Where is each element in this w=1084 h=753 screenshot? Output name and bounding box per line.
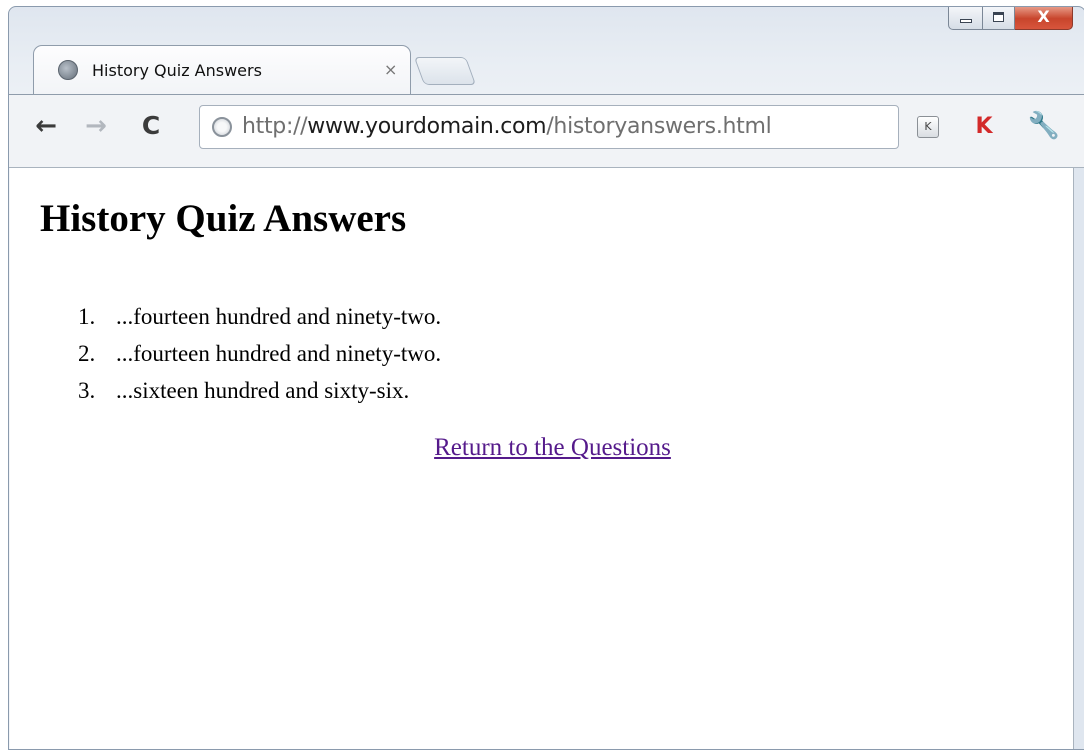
browser-toolbar: ← → C http://www.yourdomain.com/historya… <box>9 94 1084 168</box>
answers-list: 1. ...fourteen hundred and ninety-two. 2.… <box>78 298 441 409</box>
page-info-icon[interactable] <box>212 117 232 137</box>
window-frame-edge <box>1073 168 1084 749</box>
url-scheme: http:// <box>242 114 308 139</box>
url-path: /historyanswers.html <box>546 114 772 139</box>
tab-history-quiz-answers[interactable]: History Quiz Answers × <box>33 45 411 95</box>
close-window-button[interactable]: X <box>1015 7 1073 30</box>
page-content: History Quiz Answers 1. ...fourteen hundr… <box>10 168 1074 749</box>
back-arrow-icon[interactable]: ← <box>29 109 63 143</box>
url-domain: www.yourdomain.com <box>307 114 547 139</box>
list-item-text: ...sixteen hundred and sixty-six. <box>116 378 410 403</box>
forward-arrow-icon[interactable]: → <box>79 109 113 143</box>
list-item-number: 3. <box>78 378 96 403</box>
tab-title: History Quiz Answers <box>92 61 262 80</box>
reload-icon[interactable]: C <box>134 109 168 143</box>
close-icon: X <box>1037 7 1050 26</box>
minimize-icon <box>960 19 972 23</box>
address-bar[interactable]: http://www.yourdomain.com/historyanswers… <box>199 105 899 149</box>
url-text[interactable]: http://www.yourdomain.com/historyanswers… <box>242 114 772 139</box>
page-title: History Quiz Answers <box>40 197 407 240</box>
list-item: 3. ...sixteen hundred and sixty-six. <box>78 372 441 409</box>
return-to-questions-link[interactable]: Return to the Questions <box>10 434 1084 462</box>
browser-window: X History Quiz Answers × ← → C http://ww… <box>8 6 1084 750</box>
window-controls: X <box>948 7 1073 30</box>
list-item: 1. ...fourteen hundred and ninety-two. <box>78 298 441 335</box>
list-item: 2. ...fourteen hundred and ninety-two. <box>78 335 441 372</box>
list-item-text: ...fourteen hundred and ninety-two. <box>116 341 442 366</box>
new-tab-button[interactable] <box>413 57 477 85</box>
list-item-number: 1. <box>78 304 96 329</box>
wrench-menu-icon[interactable]: 🔧 <box>1027 111 1061 141</box>
k-extension-icon[interactable]: K <box>917 116 939 138</box>
minimize-button[interactable] <box>948 7 983 30</box>
kaspersky-extension-icon[interactable]: K <box>971 114 997 140</box>
maximize-button[interactable] <box>983 7 1015 30</box>
tab-close-icon[interactable]: × <box>384 60 397 79</box>
globe-icon <box>58 60 78 80</box>
maximize-icon <box>993 12 1004 22</box>
list-item-number: 2. <box>78 341 96 366</box>
list-item-text: ...fourteen hundred and ninety-two. <box>116 304 442 329</box>
